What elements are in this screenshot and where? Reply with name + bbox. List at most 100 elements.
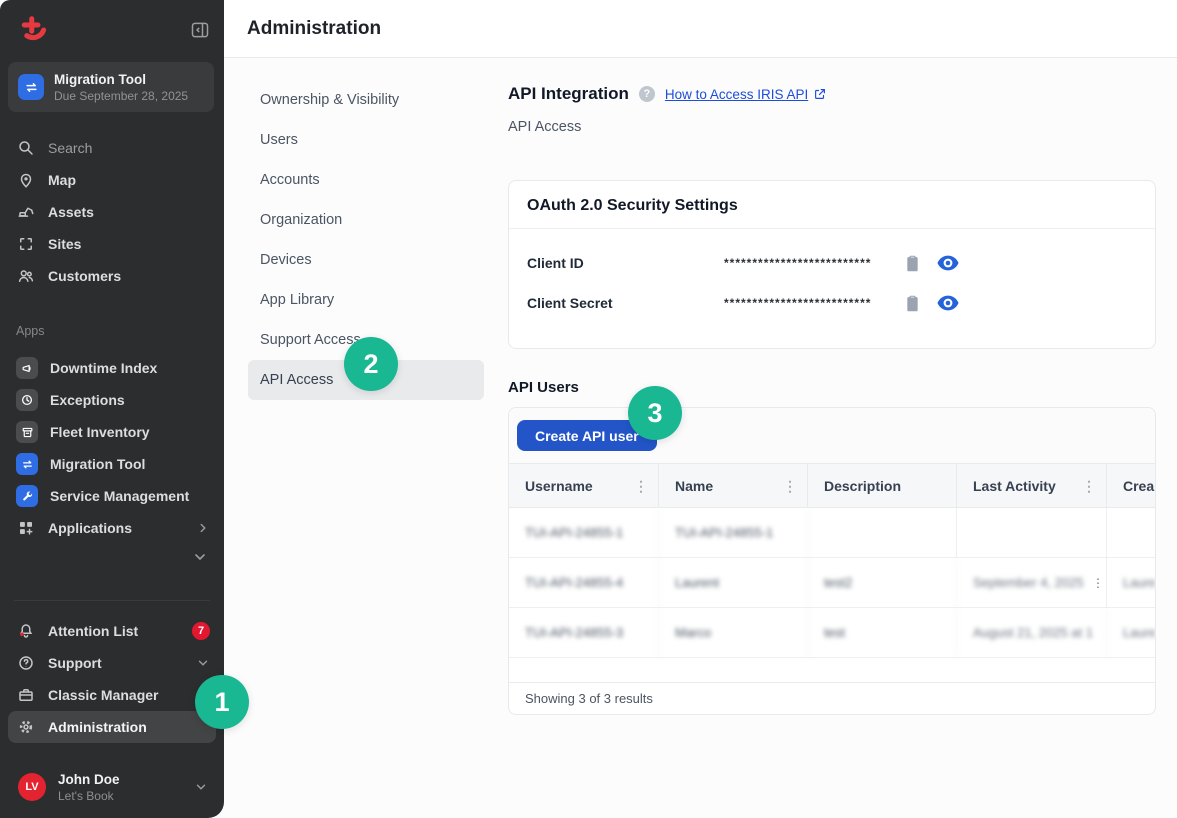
sidebar-divider (14, 600, 210, 601)
megaphone-icon (16, 357, 38, 379)
banner-text: Migration Tool Due September 28, 2025 (54, 72, 188, 103)
table-row[interactable]: TUI-API-24855-3 Marco test August 21, 20… (509, 608, 1155, 658)
cell-last-activity: August 21, 2025 at 1 (957, 608, 1107, 657)
sidebar-item-applications[interactable]: Applications (0, 512, 224, 544)
page-header: Administration (224, 0, 1177, 58)
external-link-icon (813, 87, 827, 101)
sidebar-item-label: Administration (48, 719, 147, 735)
column-menu-icon[interactable]: ⋮ (634, 479, 648, 493)
sidebar-item-support[interactable]: Support (0, 647, 224, 679)
tui-logo-icon (18, 15, 48, 45)
excavator-icon (16, 203, 36, 221)
sidebar-item-label: Classic Manager (48, 687, 159, 703)
user-text: John Doe Let's Book (58, 772, 120, 803)
sidebar-item-migration-tool[interactable]: Migration Tool (0, 448, 224, 480)
sidebar-item-classic-manager[interactable]: Classic Manager (0, 679, 224, 711)
sidebar-header (18, 14, 210, 46)
cell-description (808, 508, 957, 557)
sidebar-item-service-management[interactable]: Service Management (0, 480, 224, 512)
subnav-item-ownership-visibility[interactable]: Ownership & Visibility (248, 80, 484, 120)
sidebar-item-label: Assets (48, 204, 94, 220)
subnav-item-organization[interactable]: Organization (248, 200, 484, 240)
oauth-card-title: OAuth 2.0 Security Settings (527, 197, 1137, 215)
subnav-item-app-library[interactable]: App Library (248, 280, 484, 320)
table-toolbar: Create API user (509, 408, 1155, 463)
oauth-card-body: Client ID ************************** Cli… (509, 229, 1155, 323)
sidebar-item-label: Fleet Inventory (50, 424, 150, 440)
sidebar-item-search[interactable]: Search (0, 132, 224, 164)
column-menu-icon[interactable]: ⋮ (1082, 479, 1096, 493)
main-content: API Integration ? How to Access IRIS API… (508, 58, 1156, 715)
results-count: Showing 3 of 3 results (525, 691, 653, 706)
table-empty-space (509, 658, 1155, 682)
sidebar-item-exceptions[interactable]: Exceptions (0, 384, 224, 416)
user-name: John Doe (58, 772, 120, 787)
sidebar-item-label: Applications (48, 520, 132, 536)
customers-icon (16, 267, 36, 285)
copy-icon[interactable] (904, 254, 921, 273)
step-badge-2: 2 (344, 337, 398, 391)
sidebar-nav-main: Search Map Assets Sites (0, 132, 224, 292)
sidebar-nav-apps: Downtime Index Exceptions Fleet Inventor… (0, 352, 224, 544)
chevron-down-icon (196, 656, 210, 670)
column-header-username[interactable]: Username ⋮ (509, 464, 659, 507)
column-menu-icon[interactable]: ⋮ (783, 479, 797, 493)
column-label: Description (824, 478, 901, 494)
table-row[interactable]: TUI-API-24855-1 TUI-API-24855-1 (509, 508, 1155, 558)
sidebar-item-sites[interactable]: Sites (0, 228, 224, 260)
sidebar-item-attention-list[interactable]: Attention List 7 (0, 615, 224, 647)
client-secret-value: ************************** (724, 296, 904, 310)
sidebar-item-assets[interactable]: Assets (0, 196, 224, 228)
column-header-created[interactable]: Crea (1107, 464, 1155, 507)
column-header-name[interactable]: Name ⋮ (659, 464, 808, 507)
eye-icon[interactable] (937, 255, 959, 271)
sidebar-item-label: Downtime Index (50, 360, 157, 376)
sidebar-item-customers[interactable]: Customers (0, 260, 224, 292)
cell-name: Laurent (659, 558, 808, 607)
sidebar-item-map[interactable]: Map (0, 164, 224, 196)
sidebar-item-label: Support (48, 655, 102, 671)
cell-text: September 4, 2025 (973, 575, 1084, 590)
user-org: Let's Book (58, 789, 120, 803)
help-icon[interactable]: ? (639, 86, 655, 102)
subnav-item-devices[interactable]: Devices (248, 240, 484, 280)
cell-last-activity: September 4, 2025 ⋮ (957, 558, 1107, 607)
chevron-down-icon (194, 780, 208, 794)
copy-icon[interactable] (904, 294, 921, 313)
api-users-card: Create API user Username ⋮ Name ⋮ Descri… (508, 407, 1156, 715)
subnav-item-users[interactable]: Users (248, 120, 484, 160)
client-secret-row: Client Secret ************************** (527, 283, 1137, 323)
api-users-title: API Users (508, 379, 1156, 396)
app-window: Migration Tool Due September 28, 2025 Se… (0, 0, 1177, 818)
user-menu[interactable]: LV John Doe Let's Book (8, 765, 216, 809)
oauth-settings-card: OAuth 2.0 Security Settings Client ID **… (508, 180, 1156, 349)
client-id-row: Client ID ************************** (527, 243, 1137, 283)
question-circle-icon (16, 654, 36, 672)
sidebar-item-fleet-inventory[interactable]: Fleet Inventory (0, 416, 224, 448)
sidebar-expand-toggle[interactable] (0, 541, 224, 573)
subnav-item-accounts[interactable]: Accounts (248, 160, 484, 200)
cell-description: test (808, 608, 957, 657)
archive-icon (16, 421, 38, 443)
column-header-last-activity[interactable]: Last Activity ⋮ (957, 464, 1107, 507)
cell-name: TUI-API-24855-1 (659, 508, 808, 557)
eye-icon[interactable] (937, 295, 959, 311)
bell-alert-icon (16, 622, 36, 640)
app-grid-icon (16, 519, 36, 537)
transfer-arrows-icon (16, 453, 38, 475)
sidebar-item-downtime-index[interactable]: Downtime Index (0, 352, 224, 384)
sidebar-item-administration[interactable]: Administration (8, 711, 216, 743)
migration-tool-banner[interactable]: Migration Tool Due September 28, 2025 (8, 62, 214, 112)
sidebar-collapse-icon[interactable] (190, 20, 210, 40)
iris-api-doc-link[interactable]: How to Access IRIS API (665, 87, 827, 102)
row-menu-icon[interactable]: ⋮ (1092, 576, 1104, 590)
column-header-description[interactable]: Description (808, 464, 957, 507)
table-row[interactable]: TUI-API-24855-4 Laurent test2 September … (509, 558, 1155, 608)
sidebar-item-label: Map (48, 172, 76, 188)
step-badge-3: 3 (628, 386, 682, 440)
breadcrumb: API Access (508, 119, 1156, 135)
sidebar-item-label: Sites (48, 236, 81, 252)
clock-icon (16, 389, 38, 411)
cell-username: TUI-API-24855-1 (509, 508, 659, 557)
doc-link-text[interactable]: How to Access IRIS API (665, 87, 808, 102)
